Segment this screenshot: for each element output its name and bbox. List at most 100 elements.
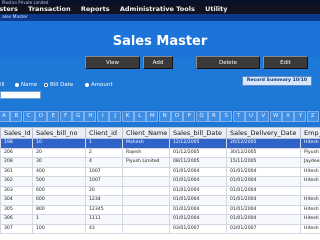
table-cell: Hitesh <box>300 223 320 234</box>
alpha-button-s[interactable]: S <box>220 111 233 122</box>
alpha-button-r[interactable]: R <box>207 111 220 122</box>
radio-name-label: Name <box>21 82 38 88</box>
table-cell: 01/01/2004 <box>169 214 227 225</box>
menu-transaction[interactable]: Transaction <box>28 5 70 14</box>
table-cell <box>122 176 170 187</box>
alpha-button-o[interactable]: O <box>170 111 183 122</box>
menu-masters[interactable]: asters <box>0 5 18 14</box>
column-header-client-id[interactable]: Client_id <box>85 127 123 139</box>
table-cell: 01/01/2004 <box>169 195 227 206</box>
table-cell: Hitesh <box>300 166 320 177</box>
table-row[interactable]: 304 600 1234 01/01/2004 01/01/2004 Hitesh <box>0 195 320 206</box>
table-cell: 01/01/2004 <box>226 185 301 196</box>
alpha-button-y[interactable]: Y <box>294 111 307 122</box>
edit-button[interactable]: Edit <box>263 56 308 69</box>
table-cell: Hitesh <box>300 204 320 215</box>
table-cell: 03/01/2007 <box>169 223 227 234</box>
view-button[interactable]: View <box>85 56 140 69</box>
alpha-button-e[interactable]: E <box>47 111 60 122</box>
table-cell: 12345 <box>85 204 123 215</box>
alpha-button-h[interactable]: H <box>84 111 97 122</box>
alpha-button-v[interactable]: V <box>257 111 270 122</box>
table-cell: 43 <box>85 223 123 234</box>
table-header-row: Sales_Id Sales_bill_no Client_id Client_Nam… <box>0 127 320 139</box>
table-cell <box>122 214 170 225</box>
alpha-button-b[interactable]: B <box>10 111 23 122</box>
table-cell: Rajesh <box>122 147 170 158</box>
table-row[interactable]: 198 10 1 Mahesh 12/12/2005 20/12/2005 Hitesh <box>0 138 320 149</box>
column-header-sales-bill-no[interactable]: Sales_bill_no <box>32 127 86 139</box>
table-cell: 20/12/2005 <box>226 138 301 149</box>
table-cell: 304 <box>0 195 33 206</box>
alpha-button-f[interactable]: F <box>59 111 72 122</box>
alpha-button-g[interactable]: G <box>72 111 85 122</box>
table-cell <box>122 185 170 196</box>
table-row[interactable]: 303 600 20 01/01/2004 01/01/2004 <box>0 185 320 196</box>
table-cell: 400 <box>32 166 86 177</box>
column-header-sales-bill-date[interactable]: Sales_bill_Date <box>169 127 227 139</box>
menu-utility[interactable]: Utility <box>205 5 227 14</box>
table-cell: Mahesh <box>122 138 170 149</box>
alpha-button-t[interactable]: T <box>232 111 245 122</box>
column-header-sales-id[interactable]: Sales_Id <box>0 127 33 139</box>
table-row[interactable]: 307 100 43 03/01/2007 03/01/2007 Hitesh <box>0 223 320 234</box>
table-cell: 08/11/2005 <box>169 157 227 168</box>
column-header-emp-n[interactable]: Emp_N <box>300 127 320 139</box>
table-row[interactable]: 301 400 1007 01/01/2004 01/01/2004 Hitesh <box>0 166 320 177</box>
table-cell: 1007 <box>85 176 123 187</box>
alpha-button-j[interactable]: J <box>109 111 122 122</box>
table-row[interactable]: 305 800 12345 01/01/2004 01/01/2004 Hitesh <box>0 204 320 215</box>
table-cell <box>122 204 170 215</box>
table-cell: Jaydeep <box>300 157 320 168</box>
alpha-button-x[interactable]: X <box>282 111 295 122</box>
alpha-button-k[interactable]: K <box>121 111 134 122</box>
column-header-sales-delivery-date[interactable]: Sales_Delivery_Date <box>226 127 301 139</box>
alpha-button-c[interactable]: C <box>22 111 35 122</box>
table-row[interactable]: 206 20 2 Rajesh 01/12/2005 30/12/2005 Piyush <box>0 147 320 158</box>
table-cell: 301 <box>0 166 33 177</box>
sales-grid: Sales_Id Sales_bill_no Client_id Client_Nam… <box>0 127 320 240</box>
alpha-button-w[interactable]: W <box>269 111 282 122</box>
alpha-button-m[interactable]: M <box>146 111 159 122</box>
table-cell: 01/01/2004 <box>226 204 301 215</box>
table-cell: 10 <box>32 138 86 149</box>
table-cell: 01/01/2004 <box>169 185 227 196</box>
table-cell: 01/01/2004 <box>226 176 301 187</box>
alpha-button-p[interactable]: P <box>183 111 196 122</box>
alpha-button-a[interactable]: A <box>0 111 10 122</box>
table-cell <box>122 223 170 234</box>
table-cell: 01/01/2004 <box>169 176 227 187</box>
search-input[interactable] <box>0 91 41 99</box>
table-cell: Hitesh <box>300 138 320 149</box>
table-cell: Hitesh <box>300 214 320 225</box>
table-row[interactable]: 302 500 1007 01/01/2004 01/01/2004 Hitesh <box>0 176 320 187</box>
menu-reports[interactable]: Reports <box>81 5 110 14</box>
delete-button[interactable]: Delete <box>196 56 260 69</box>
alpha-button-u[interactable]: U <box>245 111 257 122</box>
radio-amount[interactable] <box>85 83 89 87</box>
add-button[interactable]: Add <box>143 56 173 69</box>
alpha-button-n[interactable]: N <box>158 111 171 122</box>
menu-administrative-tools[interactable]: Administrative Tools <box>120 5 195 14</box>
table-cell: 1 <box>32 214 86 225</box>
table-row[interactable]: 306 1 1111 01/01/2004 01/01/2004 Hitesh <box>0 214 320 225</box>
table-cell: 306 <box>0 214 33 225</box>
radio-name[interactable] <box>15 83 19 87</box>
alpha-button-q[interactable]: Q <box>195 111 208 122</box>
table-cell: 600 <box>32 185 86 196</box>
alpha-button-z[interactable]: Z <box>306 111 319 122</box>
table-cell: Piyush Limited <box>122 157 170 168</box>
table-cell: 20 <box>85 185 123 196</box>
table-cell: 20 <box>32 147 86 158</box>
alpha-button-l[interactable]: L <box>133 111 146 122</box>
column-header-client-name[interactable]: Client_Name <box>122 127 170 139</box>
radio-bill-date[interactable] <box>44 83 48 87</box>
table-row[interactable]: 208 30 4 Piyush Limited 08/11/2005 15/11/2005… <box>0 157 320 168</box>
alpha-button-d[interactable]: D <box>35 111 48 122</box>
table-cell: 15/11/2005 <box>226 157 301 168</box>
table-cell: 1007 <box>85 166 123 177</box>
alpha-button-i[interactable]: I <box>96 111 109 122</box>
table-cell: 1234 <box>85 195 123 206</box>
radio-bill-date-label: Bill Date <box>50 82 74 88</box>
table-cell: 4 <box>85 157 123 168</box>
